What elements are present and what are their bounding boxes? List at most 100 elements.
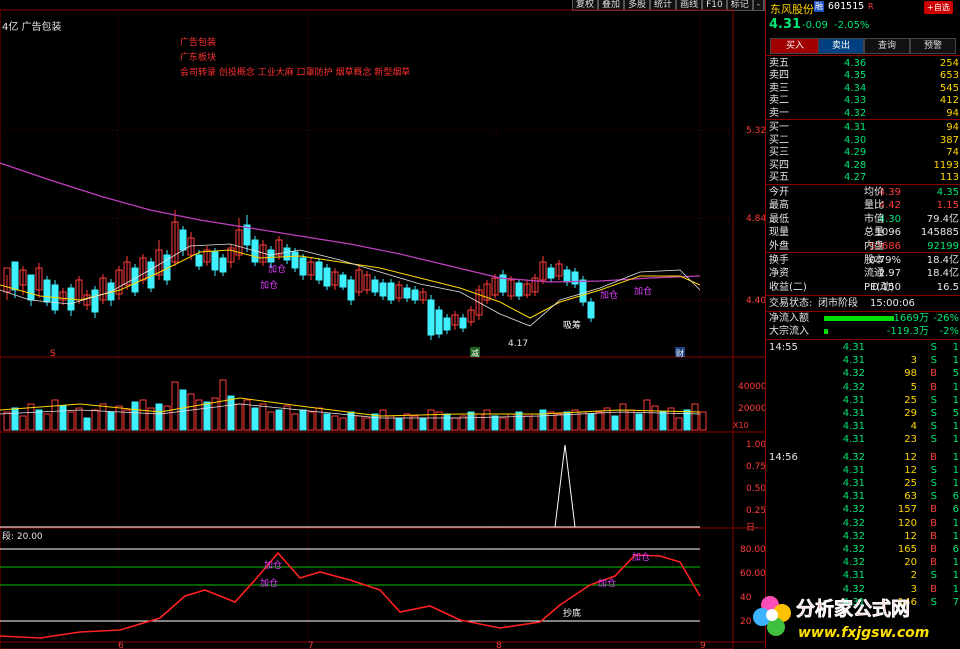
volume-bar — [11, 407, 19, 431]
ask-price: 4.32 — [844, 107, 867, 119]
stat-label: 内盘 — [864, 240, 884, 252]
buy-button[interactable]: 买入 — [770, 38, 820, 54]
stock-chart[interactable]: 4亿 广告包装广告包装广东板块会司转录 创投概念 工业大麻 口罩防护 烟草概念 … — [0, 0, 765, 649]
candle-body — [571, 271, 579, 285]
volume-bar — [587, 413, 595, 431]
tick-count: 6 — [952, 504, 959, 516]
tick-volume: 12 — [904, 451, 917, 463]
ask-volume: 653 — [939, 70, 959, 82]
tick-price: 4.31 — [842, 408, 865, 419]
signal-xichou: 吸筹 — [563, 319, 581, 331]
bid-row: 买一 4.31 94 — [766, 121, 960, 134]
stock-name: 东风股份 — [770, 3, 814, 16]
volume-bar — [419, 417, 427, 431]
tick-side: B — [930, 544, 937, 555]
tick-price: 4.32 — [842, 368, 865, 380]
add-watchlist-button[interactable]: +自选 — [924, 1, 953, 14]
flow-label: 大宗流入 — [769, 326, 809, 337]
ind1-tick: 0.50 — [746, 484, 765, 494]
tick-price: 4.31 — [842, 491, 865, 503]
candle-body — [291, 251, 299, 269]
volume-tick: 40000 — [738, 382, 765, 392]
bid-label: 买三 — [769, 147, 789, 159]
volume-bar — [443, 413, 451, 431]
tick-volume: 157 — [897, 504, 917, 516]
tick-count: 1 — [952, 342, 959, 353]
tick-price: 4.32 — [842, 504, 865, 516]
candle-body — [315, 261, 323, 281]
ask-label: 卖二 — [769, 95, 789, 107]
volume-bar — [403, 413, 411, 431]
tick-side: B — [930, 368, 937, 380]
volume-bar — [283, 405, 291, 431]
stat-label: 换手 — [769, 255, 789, 266]
tick-count: 1 — [952, 478, 959, 489]
volume-bar — [467, 411, 475, 431]
stats-row: 今开 4.39 均价 4.35 — [766, 186, 960, 199]
volume-bar — [379, 409, 387, 431]
tick-row: 4.31 3 S 1 — [766, 354, 960, 367]
candle-body — [563, 269, 571, 283]
volume-bar — [675, 417, 683, 431]
tick-time: 14:55 — [769, 342, 798, 353]
tick-side: S — [930, 570, 937, 582]
tick-volume: 25 — [904, 478, 917, 489]
signal-jiacang: 加仓 — [260, 577, 278, 589]
volume-bar — [499, 417, 507, 431]
volume-bar — [251, 407, 259, 431]
tick-count: 1 — [952, 355, 959, 367]
volume-bar — [59, 405, 67, 431]
tick-price: 4.32 — [842, 557, 865, 569]
volume-bar — [227, 395, 235, 431]
volume-bar — [363, 417, 371, 431]
candle-body — [267, 249, 275, 263]
signal-jiacang: 加仓 — [264, 559, 282, 571]
volume-bar — [67, 411, 75, 431]
watermark-url: www.fxjgsw.com — [798, 625, 929, 641]
ask-volume: 412 — [939, 95, 959, 107]
sell-button[interactable]: 卖出 — [818, 38, 864, 54]
tick-volume: 120 — [897, 517, 917, 529]
bid-price: 4.28 — [844, 159, 867, 171]
tick-row: 4.32 12 B 1 — [766, 530, 960, 543]
alert-button[interactable]: 预警 — [910, 38, 956, 54]
candle-body — [339, 274, 347, 288]
candle-body — [43, 279, 51, 303]
date-label: 8 — [496, 641, 502, 649]
bid-row: 买二 4.30 387 — [766, 134, 960, 147]
tick-count: 5 — [952, 368, 959, 380]
volume-bar — [539, 409, 547, 431]
stat-value: 18.4亿 — [926, 255, 959, 266]
tick-row: 4.31 2 S 1 — [766, 569, 960, 582]
stat-label: 最低 — [769, 213, 789, 225]
volume-bar — [427, 409, 435, 431]
stats-row: 外盘 53686 内盘 92199 — [766, 240, 960, 253]
bid-volume: 94 — [946, 122, 959, 133]
volume-bar — [35, 409, 43, 431]
tick-row: 4.31 29 S 5 — [766, 407, 960, 420]
tick-row: 4.31 23 S 1 — [766, 433, 960, 446]
volume-bar — [275, 409, 283, 431]
ask-label: 卖一 — [769, 107, 789, 119]
candle-body — [515, 282, 523, 297]
tick-volume: 3 — [910, 355, 917, 367]
stat-value: 145885 — [920, 227, 959, 239]
tick-count: 1 — [952, 557, 959, 569]
bid-volume: 113 — [939, 172, 959, 184]
stat-value: 92199 — [927, 240, 959, 252]
volume-bar — [139, 399, 147, 431]
tick-row: 4.32 120 B 1 — [766, 517, 960, 530]
tick-volume: 4 — [910, 421, 917, 433]
stat-value: 4.35 — [936, 187, 959, 198]
volume-bar — [595, 411, 603, 431]
tick-count: 1 — [952, 394, 959, 406]
tick-price: 4.31 — [842, 478, 865, 489]
tick-price: 4.31 — [842, 355, 865, 367]
ask-price: 4.34 — [844, 82, 867, 94]
tick-time: 14:56 — [769, 451, 798, 463]
query-button[interactable]: 查询 — [864, 38, 910, 54]
tick-side: S — [930, 394, 937, 406]
tick-price: 4.32 — [842, 544, 865, 555]
tick-count: 1 — [952, 517, 959, 529]
candle-body — [371, 279, 379, 293]
